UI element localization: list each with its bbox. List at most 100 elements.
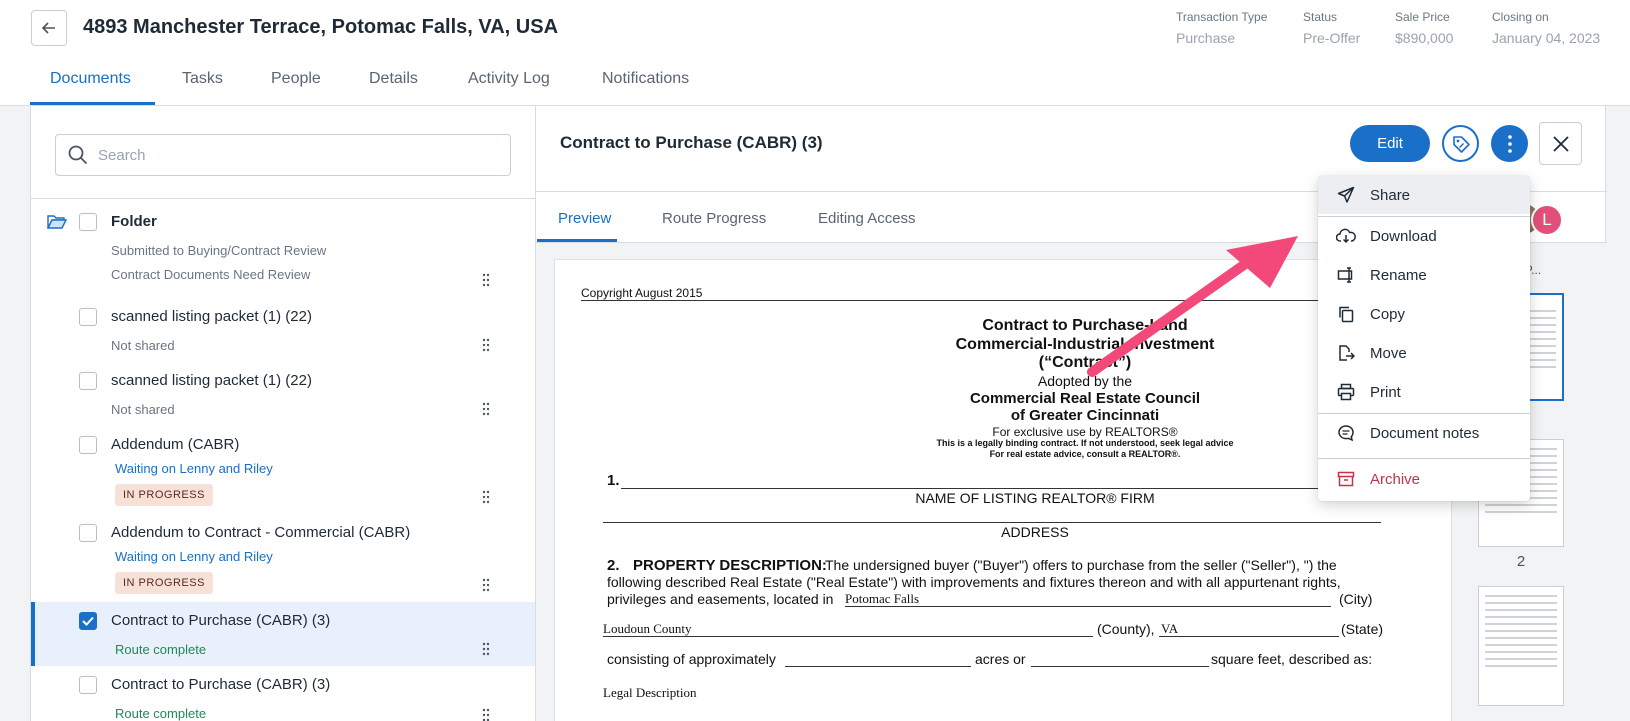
drag-handle-icon[interactable] <box>482 338 490 352</box>
document-actions-menu: Share Download Rename Copy Move Print Do… <box>1318 176 1530 501</box>
menu-item-rename[interactable]: Rename <box>1318 256 1530 294</box>
list-item[interactable]: scanned listing packet (1) (22) Not shar… <box>31 298 535 360</box>
drag-handle-icon[interactable] <box>482 708 490 721</box>
tab-tasks[interactable]: Tasks <box>182 70 223 88</box>
checkmark-icon <box>82 616 94 626</box>
menu-item-label: Download <box>1370 227 1437 245</box>
drag-handle-icon[interactable] <box>482 642 490 656</box>
item-checkbox[interactable] <box>79 372 97 390</box>
tab-details[interactable]: Details <box>369 70 418 88</box>
list-item[interactable]: Addendum (CABR) Waiting on Lenny and Ril… <box>31 426 535 512</box>
avatar[interactable]: L <box>1531 204 1563 236</box>
page-heading: of Greater Cincinnati <box>1010 407 1160 424</box>
search-input[interactable]: Search <box>55 134 511 176</box>
tab-route-progress[interactable]: Route Progress <box>662 210 766 227</box>
list-item[interactable]: scanned listing packet (1) (22) Not shar… <box>31 362 535 424</box>
app-root: 4893 Manchester Terrace, Potomac Falls, … <box>0 0 1630 721</box>
selection-indicator <box>31 602 35 666</box>
field-state[interactable]: VA <box>1161 621 1178 637</box>
item-checkbox-checked[interactable] <box>79 612 97 630</box>
menu-item-copy[interactable]: Copy <box>1318 295 1530 333</box>
drag-handle-icon[interactable] <box>482 578 490 592</box>
menu-item-label: Copy <box>1370 305 1406 323</box>
item-checkbox[interactable] <box>79 436 97 454</box>
item-route-status-link[interactable]: Waiting on Lenny and Riley <box>115 549 273 564</box>
rule <box>603 522 1381 523</box>
meta-value: Pre-Offer <box>1303 30 1361 46</box>
rule <box>603 636 1093 637</box>
page-heading: Contract to Purchase-Land <box>982 317 1188 334</box>
item-checkbox[interactable] <box>79 524 97 542</box>
page-text: For real estate advice, consult a REALTO… <box>989 449 1181 459</box>
menu-divider <box>1318 458 1530 459</box>
menu-item-share[interactable]: Share <box>1318 176 1530 214</box>
item-checkbox[interactable] <box>79 676 97 694</box>
menu-item-download[interactable]: Download <box>1318 217 1530 255</box>
meta-label: Transaction Type <box>1176 10 1268 24</box>
menu-item-label: Rename <box>1370 266 1427 284</box>
page-text: square feet, described as: <box>1211 651 1373 667</box>
list-item-selected[interactable]: Contract to Purchase (CABR) (3) Route co… <box>31 602 535 666</box>
page-text: For exclusive use by REALTORS® <box>992 425 1178 439</box>
page-text: privileges and easements, located in <box>607 591 834 607</box>
printer-icon <box>1337 383 1355 401</box>
rule <box>785 666 971 667</box>
item-title: Contract to Purchase (CABR) (3) <box>111 612 331 629</box>
cloud-download-icon <box>1336 228 1356 244</box>
tag-button[interactable] <box>1442 125 1479 162</box>
document-title: Contract to Purchase (CABR) (3) <box>560 133 823 152</box>
page-text: following described Real Estate ("Real E… <box>607 574 1341 590</box>
item-route-status-link[interactable]: Waiting on Lenny and Riley <box>115 461 273 476</box>
more-actions-button[interactable] <box>1491 125 1528 162</box>
page-text: Adopted by the <box>1037 373 1133 389</box>
item-title: Addendum (CABR) <box>111 436 240 453</box>
item-status: Not shared <box>111 402 175 417</box>
drag-handle-icon[interactable] <box>482 402 490 416</box>
list-item[interactable]: Addendum to Contract - Commercial (CABR)… <box>31 514 535 600</box>
meta-status: Status Pre-Offer <box>1303 10 1360 46</box>
meta-label: Closing on <box>1492 10 1549 24</box>
drag-handle-icon[interactable] <box>482 273 490 287</box>
page-text: NAME OF LISTING REALTOR® FIRM <box>915 490 1155 506</box>
rule <box>1031 666 1209 667</box>
tab-people[interactable]: People <box>271 70 321 88</box>
menu-item-document-notes[interactable]: Document notes <box>1318 414 1530 452</box>
back-button[interactable] <box>31 10 67 46</box>
page-text: This is a legally binding contract. If n… <box>936 438 1234 448</box>
meta-value: January 04, 2023 <box>1492 30 1601 46</box>
page-text: (City) <box>1339 591 1373 607</box>
tag-icon <box>1452 135 1470 153</box>
page-text: acres or <box>975 651 1026 667</box>
menu-item-move[interactable]: Move <box>1318 334 1530 372</box>
field-city[interactable]: Potomac Falls <box>845 591 919 607</box>
list-item[interactable]: Contract to Purchase (CABR) (3) Route co… <box>31 666 535 721</box>
field-county[interactable]: Loudoun County <box>603 621 691 637</box>
tab-preview[interactable]: Preview <box>558 210 611 227</box>
tab-editing-access[interactable]: Editing Access <box>818 210 916 227</box>
active-tab-indicator <box>30 102 155 105</box>
rule <box>621 488 1381 489</box>
meta-label: Sale Price <box>1395 10 1450 24</box>
page-heading: (“Contract”) <box>1038 354 1132 371</box>
menu-item-print[interactable]: Print <box>1318 373 1530 411</box>
tab-activity-log[interactable]: Activity Log <box>468 70 550 88</box>
folder-checkbox[interactable] <box>79 213 97 231</box>
list-item-folder[interactable]: Folder Submitted to Buying/Contract Revi… <box>31 199 535 291</box>
page-number: 2 <box>1516 553 1526 570</box>
page-thumbnail-3[interactable] <box>1478 586 1564 706</box>
drag-handle-icon[interactable] <box>482 490 490 504</box>
item-checkbox[interactable] <box>79 308 97 326</box>
tab-documents[interactable]: Documents <box>50 70 131 88</box>
status-badge: IN PROGRESS <box>115 484 213 506</box>
menu-item-archive[interactable]: Archive <box>1318 460 1530 498</box>
close-button[interactable] <box>1539 122 1582 165</box>
tab-notifications[interactable]: Notifications <box>602 70 689 88</box>
item-title: Addendum to Contract - Commercial (CABR) <box>111 524 411 541</box>
page-text: consisting of approximately <box>607 651 776 667</box>
edit-button[interactable]: Edit <box>1350 125 1430 162</box>
rule <box>1159 636 1339 637</box>
item-title: scanned listing packet (1) (22) <box>111 372 312 389</box>
page-text: (State) <box>1341 621 1384 637</box>
folder-subtitle: Contract Documents Need Review <box>111 267 311 282</box>
menu-item-label: Archive <box>1370 470 1421 488</box>
